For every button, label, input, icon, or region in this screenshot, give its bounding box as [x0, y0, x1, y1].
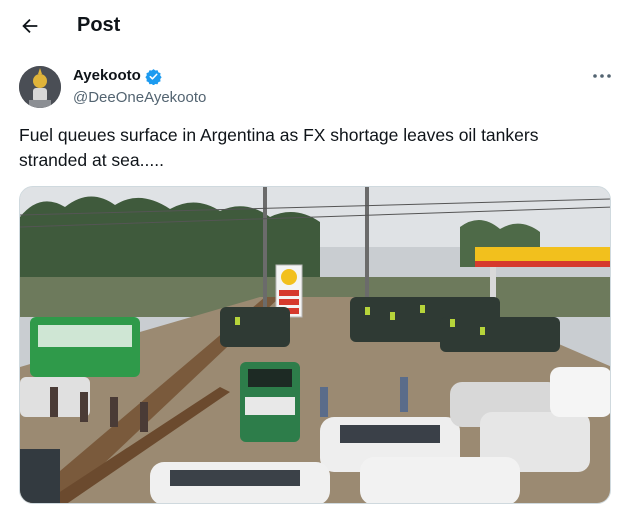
verified-badge-icon[interactable]	[145, 68, 162, 85]
more-options-button[interactable]	[588, 66, 616, 86]
fuel-queue-photo	[20, 187, 610, 503]
author-display-name[interactable]: Ayekooto	[73, 66, 141, 86]
avatar[interactable]	[19, 66, 61, 108]
author-handle[interactable]: @DeeOneAyekooto	[73, 88, 206, 108]
post-text-line: Fuel queues surface in Argentina as FX s…	[19, 125, 539, 145]
author-name-row: Ayekooto	[73, 66, 162, 86]
avatar-image	[19, 66, 61, 108]
post-media[interactable]	[19, 186, 611, 504]
top-bar: Post	[0, 0, 640, 52]
more-horizontal-icon	[593, 74, 611, 78]
post-text: Fuel queues surface in Argentina as FX s…	[19, 123, 599, 173]
back-button[interactable]	[16, 12, 44, 40]
page-title: Post	[77, 14, 121, 36]
post-text-line: stranded at sea.....	[19, 150, 164, 170]
arrow-left-icon	[22, 18, 38, 34]
